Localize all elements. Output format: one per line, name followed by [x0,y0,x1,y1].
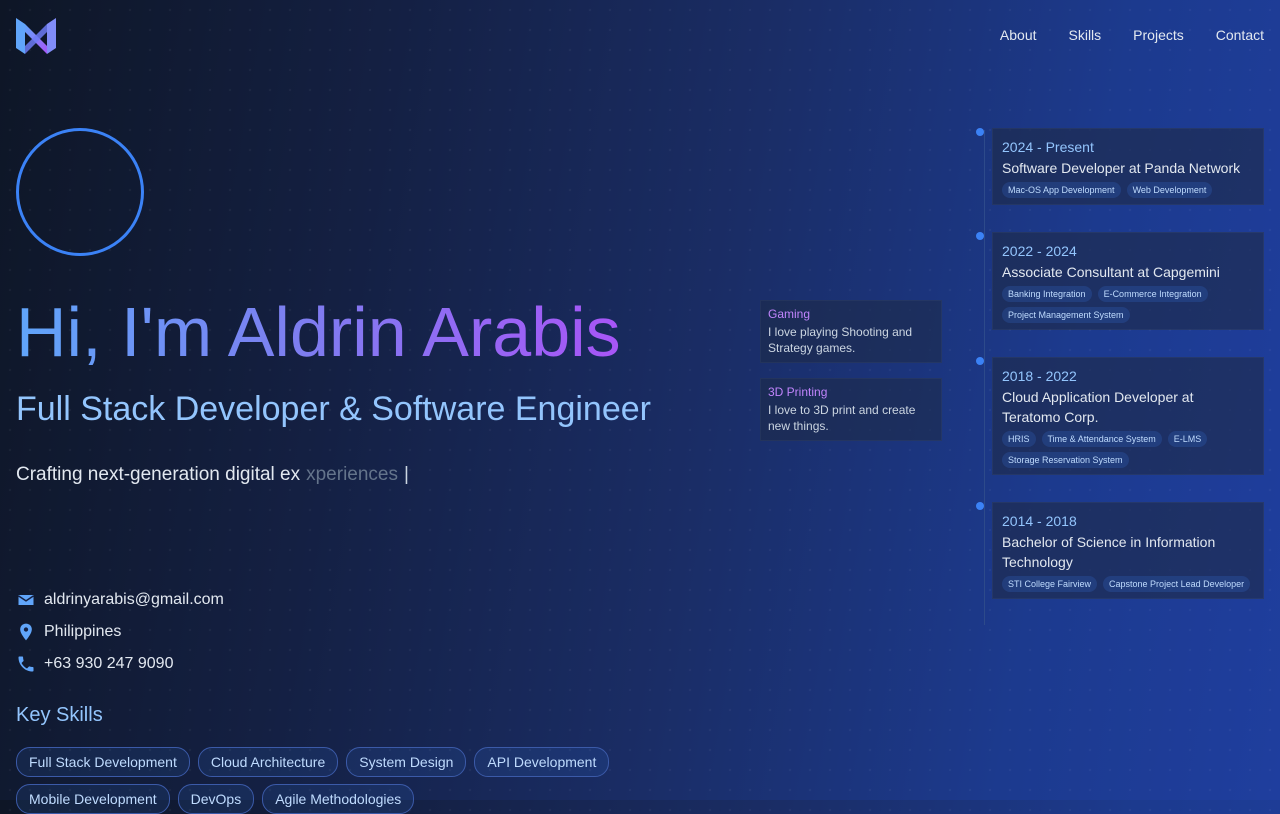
timeline-tags: HRIS Time & Attendance System E-LMS Stor… [1002,431,1254,468]
timeline-card: 2024 - Present Software Developer at Pan… [992,128,1264,205]
skill-chip[interactable]: DevOps [177,784,255,814]
logo-icon[interactable] [16,16,56,56]
contact-location: Philippines [16,616,224,648]
timeline-tag: HRIS [1002,431,1036,447]
skill-chip[interactable]: System Design [346,747,467,777]
nav-projects[interactable]: Projects [1133,27,1184,43]
timeline-date: 2018 - 2022 [1002,368,1077,384]
timeline-tag: Storage Reservation System [1002,452,1129,468]
avatar [16,128,144,256]
contact-list: aldrinyarabis@gmail.com Philippines +63 … [16,584,224,680]
timeline-tag: Capstone Project Lead Developer [1103,576,1251,592]
timeline-date: 2022 - 2024 [1002,243,1077,259]
timeline-title: Software Developer at Panda Network [1002,160,1241,176]
timeline-date: 2014 - 2018 [1002,513,1077,529]
contact-phone-text: +63 930 247 9090 [44,655,174,672]
hero-title: Hi, I'm Aldrin Arabis [16,290,621,374]
hobby-title: 3D Printing [768,385,828,399]
timeline-dot [976,357,984,365]
tagline-ghost: xperiences [306,464,398,485]
timeline-title: Associate Consultant at Capgemini [1002,264,1220,280]
timeline-title: Bachelor of Science in Information Techn… [1002,534,1216,570]
location-pin-icon [20,623,32,641]
contact-email-text: aldrinyarabis@gmail.com [44,591,224,608]
timeline-tag: Web Development [1126,182,1213,198]
timeline-tag: Mac-OS App Development [1002,182,1121,198]
skills-list: Full Stack Development Cloud Architectur… [16,747,656,814]
skill-chip[interactable]: API Development [474,747,610,777]
timeline-title: Cloud Application Developer at Teratomo … [1002,389,1194,425]
hobby-card-gaming: Gaming I love playing Shooting and Strat… [760,300,942,363]
main-nav: About Skills Projects Contact [1000,27,1264,43]
nav-skills[interactable]: Skills [1069,27,1102,43]
hobby-desc: I love playing Shooting and Strategy gam… [768,325,913,355]
mail-icon [18,595,34,605]
nav-about[interactable]: About [1000,27,1037,43]
hobby-desc: I love to 3D print and create new things… [768,403,916,433]
timeline-tag: STI College Fairview [1002,576,1098,592]
contact-location-text: Philippines [44,623,122,640]
contact-phone[interactable]: +63 930 247 9090 [16,648,224,680]
timeline-tag: Banking Integration [1002,286,1092,302]
tagline-typed: Crafting next-generation digital ex [16,464,301,485]
timeline-card: 2022 - 2024 Associate Consultant at Capg… [992,232,1264,330]
timeline-tag: Project Management System [1002,307,1130,323]
timeline-tags: Banking Integration E-Commerce Integrati… [1002,286,1254,323]
skills-title: Key Skills [16,704,103,726]
timeline-line [984,130,985,625]
timeline-tag: E-LMS [1167,431,1208,447]
hero-subtitle: Full Stack Developer & Software Engineer [16,390,651,428]
timeline-dot [976,232,984,240]
tagline: Crafting next-generation digital ex xperi… [16,464,409,486]
phone-icon [18,656,34,672]
timeline-tag: Time & Attendance System [1041,431,1162,447]
nav-contact[interactable]: Contact [1216,27,1264,43]
timeline-tags: STI College Fairview Capstone Project Le… [1002,576,1254,592]
contact-email[interactable]: aldrinyarabis@gmail.com [16,584,224,616]
timeline-card: 2014 - 2018 Bachelor of Science in Infor… [992,502,1264,599]
skill-chip[interactable]: Agile Methodologies [262,784,415,814]
timeline-dot [976,128,984,136]
hobby-title: Gaming [768,307,811,321]
skill-chip[interactable]: Cloud Architecture [197,747,339,777]
typing-cursor: | [404,464,409,485]
skill-chip[interactable]: Full Stack Development [16,747,190,777]
hobby-card-3d-printing: 3D Printing I love to 3D print and creat… [760,378,942,441]
timeline-card: 2018 - 2022 Cloud Application Developer … [992,357,1264,475]
timeline-dot [976,502,984,510]
timeline-tag: E-Commerce Integration [1097,286,1208,302]
skill-chip[interactable]: Mobile Development [16,784,170,814]
timeline-date: 2024 - Present [1002,139,1094,155]
timeline-tags: Mac-OS App Development Web Development [1002,182,1254,198]
